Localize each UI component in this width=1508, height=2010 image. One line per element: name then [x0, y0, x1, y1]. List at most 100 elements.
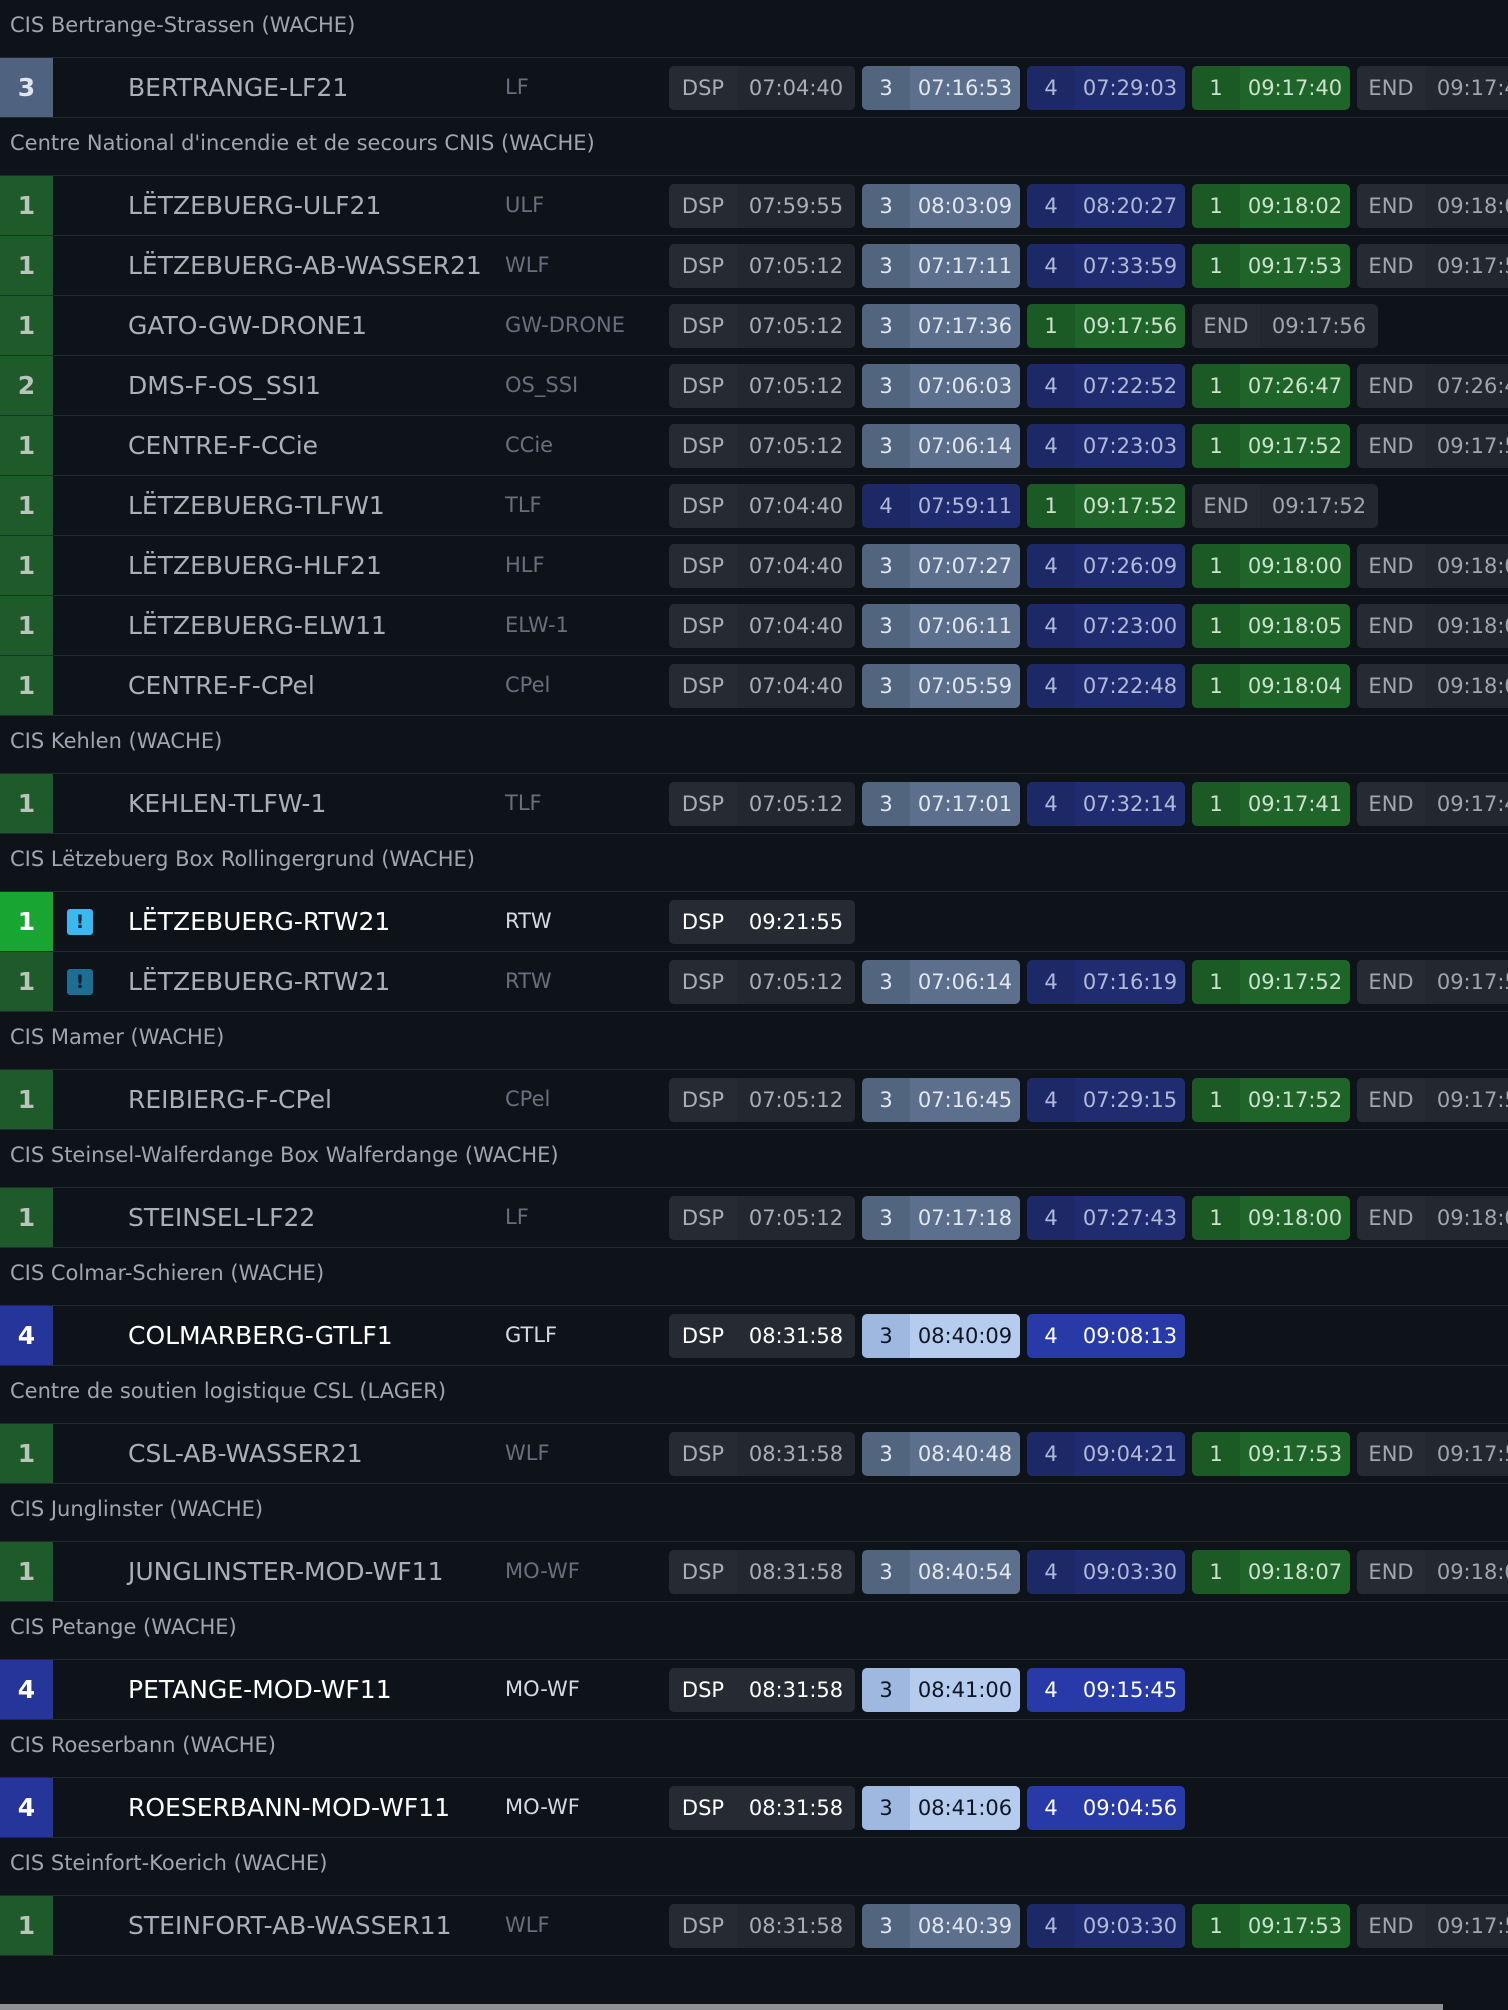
- status-chip-end[interactable]: END09:18:04: [1357, 664, 1508, 708]
- status-chip-end[interactable]: END09:17:53: [1357, 244, 1508, 288]
- status-chip-4[interactable]: 4 09:04:56: [1027, 1786, 1185, 1830]
- unit-callsign[interactable]: LËTZEBUERG-ULF21: [128, 176, 381, 235]
- status-chip-end[interactable]: END09:18:00: [1357, 1196, 1508, 1240]
- status-chip-dsp[interactable]: DSP 07:04:40: [669, 664, 855, 708]
- status-chip-3[interactable]: 3 07:16:45: [862, 1078, 1020, 1122]
- status-chip-end[interactable]: END09:18:05: [1357, 604, 1508, 648]
- status-chip-3[interactable]: 3 08:40:48: [862, 1432, 1020, 1476]
- status-chip-dsp[interactable]: DSP 07:05:12: [669, 960, 855, 1004]
- unit-callsign[interactable]: LËTZEBUERG-HLF21: [128, 536, 382, 595]
- status-chip-3[interactable]: 3 08:41:00: [862, 1668, 1020, 1712]
- status-chip-4[interactable]: 4 09:03:30: [1027, 1550, 1185, 1594]
- status-chip-4[interactable]: 4 07:33:59: [1027, 244, 1185, 288]
- status-chip-dsp[interactable]: DSP 07:04:40: [669, 604, 855, 648]
- unit-callsign[interactable]: JUNGLINSTER-MOD-WF11: [128, 1542, 443, 1601]
- status-chip-1[interactable]: 1 09:17:53: [1192, 1904, 1350, 1948]
- unit-callsign[interactable]: DMS-F-OS_SSI1: [128, 356, 321, 415]
- status-chip-3[interactable]: 3 07:05:59: [862, 664, 1020, 708]
- status-chip-1[interactable]: 1 09:17:52: [1192, 424, 1350, 468]
- status-chip-dsp[interactable]: DSP 08:31:58: [669, 1314, 855, 1358]
- unit-row[interactable]: 4 COLMARBERG-GTLF1 GTLF DSP 08:31:58 3 08:40:0…: [0, 1306, 1508, 1366]
- status-chip-1[interactable]: 1 09:18:00: [1192, 544, 1350, 588]
- status-chip-4[interactable]: 4 08:20:27: [1027, 184, 1185, 228]
- unit-row[interactable]: 1 JUNGLINSTER-MOD-WF11 MO-WF DSP 08:31:58 3 08…: [0, 1542, 1508, 1602]
- unit-callsign[interactable]: STEINSEL-LF22: [128, 1188, 315, 1247]
- status-chip-dsp[interactable]: DSP 08:31:58: [669, 1550, 855, 1594]
- status-chip-4[interactable]: 4 09:15:45: [1027, 1668, 1185, 1712]
- unit-callsign[interactable]: STEINFORT-AB-WASSER11: [128, 1896, 452, 1955]
- status-chip-end[interactable]: END09:17:40: [1357, 66, 1508, 110]
- unit-row[interactable]: 1 LËTZEBUERG-AB-WASSER21 WLF DSP 07:05:12 3 07…: [0, 236, 1508, 296]
- status-chip-1[interactable]: 1 09:17:53: [1192, 244, 1350, 288]
- status-chip-1[interactable]: 1 09:17:53: [1192, 1432, 1350, 1476]
- horizontal-scrollbar[interactable]: [0, 2004, 1443, 2010]
- status-chip-dsp[interactable]: DSP 08:31:58: [669, 1668, 855, 1712]
- status-chip-end[interactable]: END07:26:47: [1357, 364, 1508, 408]
- status-chip-dsp[interactable]: DSP 08:31:58: [669, 1904, 855, 1948]
- status-chip-end[interactable]: END09:17:41: [1357, 782, 1508, 826]
- status-chip-dsp[interactable]: DSP 07:05:12: [669, 364, 855, 408]
- unit-row[interactable]: 1 REIBIERG-F-CPel CPel DSP 07:05:12 3 07:16:45…: [0, 1070, 1508, 1130]
- unit-row[interactable]: 1 CENTRE-F-CCie CCie DSP 07:05:12 3 07:06:14 4 0…: [0, 416, 1508, 476]
- unit-callsign[interactable]: LËTZEBUERG-TLFW1: [128, 476, 385, 535]
- status-chip-4[interactable]: 4 07:59:11: [862, 484, 1020, 528]
- status-chip-1[interactable]: 1 09:18:07: [1192, 1550, 1350, 1594]
- unit-row[interactable]: 4 ROESERBANN-MOD-WF11 MO-WF DSP 08:31:58 3 08:…: [0, 1778, 1508, 1838]
- status-chip-4[interactable]: 4 09:03:30: [1027, 1904, 1185, 1948]
- unit-callsign[interactable]: COLMARBERG-GTLF1: [128, 1306, 393, 1365]
- status-chip-3[interactable]: 3 07:06:14: [862, 424, 1020, 468]
- status-chip-3[interactable]: 3 08:41:06: [862, 1786, 1020, 1830]
- status-chip-3[interactable]: 3 08:40:09: [862, 1314, 1020, 1358]
- status-chip-4[interactable]: 4 07:22:48: [1027, 664, 1185, 708]
- status-chip-4[interactable]: 4 09:08:13: [1027, 1314, 1185, 1358]
- unit-row[interactable]: 3 BERTRANGE-LF21 LF DSP 07:04:40 3 07:16:53 4 07…: [0, 58, 1508, 118]
- unit-row[interactable]: 1! LËTZEBUERG-RTW21 RTW DSP 09:21:55: [0, 892, 1508, 952]
- status-chip-1[interactable]: 1 09:17:52: [1027, 484, 1185, 528]
- status-chip-1[interactable]: 1 07:26:47: [1192, 364, 1350, 408]
- unit-callsign[interactable]: LËTZEBUERG-ELW11: [128, 596, 387, 655]
- unit-row[interactable]: 1 LËTZEBUERG-ELW11 ELW-1 DSP 07:04:40 3 07:06:…: [0, 596, 1508, 656]
- unit-callsign[interactable]: PETANGE-MOD-WF11: [128, 1660, 392, 1719]
- status-chip-end[interactable]: END09:17:53: [1357, 1904, 1508, 1948]
- alert-icon[interactable]: !: [67, 909, 93, 935]
- status-chip-3[interactable]: 3 08:40:54: [862, 1550, 1020, 1594]
- status-chip-1[interactable]: 1 09:18:04: [1192, 664, 1350, 708]
- status-chip-4[interactable]: 4 07:29:03: [1027, 66, 1185, 110]
- status-chip-3[interactable]: 3 07:17:36: [862, 304, 1020, 348]
- status-chip-1[interactable]: 1 09:18:02: [1192, 184, 1350, 228]
- status-chip-dsp[interactable]: DSP 07:05:12: [669, 782, 855, 826]
- unit-row[interactable]: 1 LËTZEBUERG-TLFW1 TLF DSP 07:04:40 4 07:59:11…: [0, 476, 1508, 536]
- status-chip-4[interactable]: 4 07:26:09: [1027, 544, 1185, 588]
- status-chip-dsp[interactable]: DSP 08:31:58: [669, 1432, 855, 1476]
- status-chip-end[interactable]: END09:17:52: [1357, 960, 1508, 1004]
- status-chip-dsp[interactable]: DSP 07:59:55: [669, 184, 855, 228]
- unit-row[interactable]: 1 CSL-AB-WASSER21 WLF DSP 08:31:58 3 08:40:48 4…: [0, 1424, 1508, 1484]
- unit-row[interactable]: 2 DMS-F-OS_SSI1 OS_SSI DSP 07:05:12 3 07:06:03…: [0, 356, 1508, 416]
- unit-callsign[interactable]: LËTZEBUERG-RTW21: [128, 952, 390, 1011]
- status-chip-end[interactable]: END 09:17:56: [1192, 304, 1378, 348]
- status-chip-1[interactable]: 1 09:17:52: [1192, 960, 1350, 1004]
- status-chip-4[interactable]: 4 07:22:52: [1027, 364, 1185, 408]
- unit-callsign[interactable]: CENTRE-F-CCie: [128, 416, 318, 475]
- status-chip-3[interactable]: 3 07:07:27: [862, 544, 1020, 588]
- status-chip-3[interactable]: 3 07:17:18: [862, 1196, 1020, 1240]
- status-chip-1[interactable]: 1 09:17:41: [1192, 782, 1350, 826]
- status-chip-1[interactable]: 1 09:17:52: [1192, 1078, 1350, 1122]
- status-chip-1[interactable]: 1 09:18:05: [1192, 604, 1350, 648]
- unit-callsign[interactable]: CSL-AB-WASSER21: [128, 1424, 363, 1483]
- status-chip-dsp[interactable]: DSP 07:04:40: [669, 484, 855, 528]
- unit-row[interactable]: 1 CENTRE-F-CPel CPel DSP 07:04:40 3 07:05:59 4 0…: [0, 656, 1508, 716]
- unit-callsign[interactable]: CENTRE-F-CPel: [128, 656, 315, 715]
- status-chip-end[interactable]: END09:17:52: [1357, 424, 1508, 468]
- status-chip-dsp[interactable]: DSP 07:04:40: [669, 544, 855, 588]
- unit-callsign[interactable]: GATO-GW-DRONE1: [128, 296, 367, 355]
- status-chip-4[interactable]: 4 07:16:19: [1027, 960, 1185, 1004]
- unit-callsign[interactable]: LËTZEBUERG-RTW21: [128, 892, 390, 951]
- unit-row[interactable]: 1 STEINSEL-LF22 LF DSP 07:05:12 3 07:17:18 4 07:…: [0, 1188, 1508, 1248]
- status-chip-4[interactable]: 4 07:29:15: [1027, 1078, 1185, 1122]
- unit-row[interactable]: 1 LËTZEBUERG-HLF21 HLF DSP 07:04:40 3 07:07:27…: [0, 536, 1508, 596]
- status-chip-1[interactable]: 1 09:17:56: [1027, 304, 1185, 348]
- status-chip-3[interactable]: 3 07:17:11: [862, 244, 1020, 288]
- status-chip-end[interactable]: END09:18:00: [1357, 544, 1508, 588]
- status-chip-dsp[interactable]: DSP 09:21:55: [669, 900, 855, 944]
